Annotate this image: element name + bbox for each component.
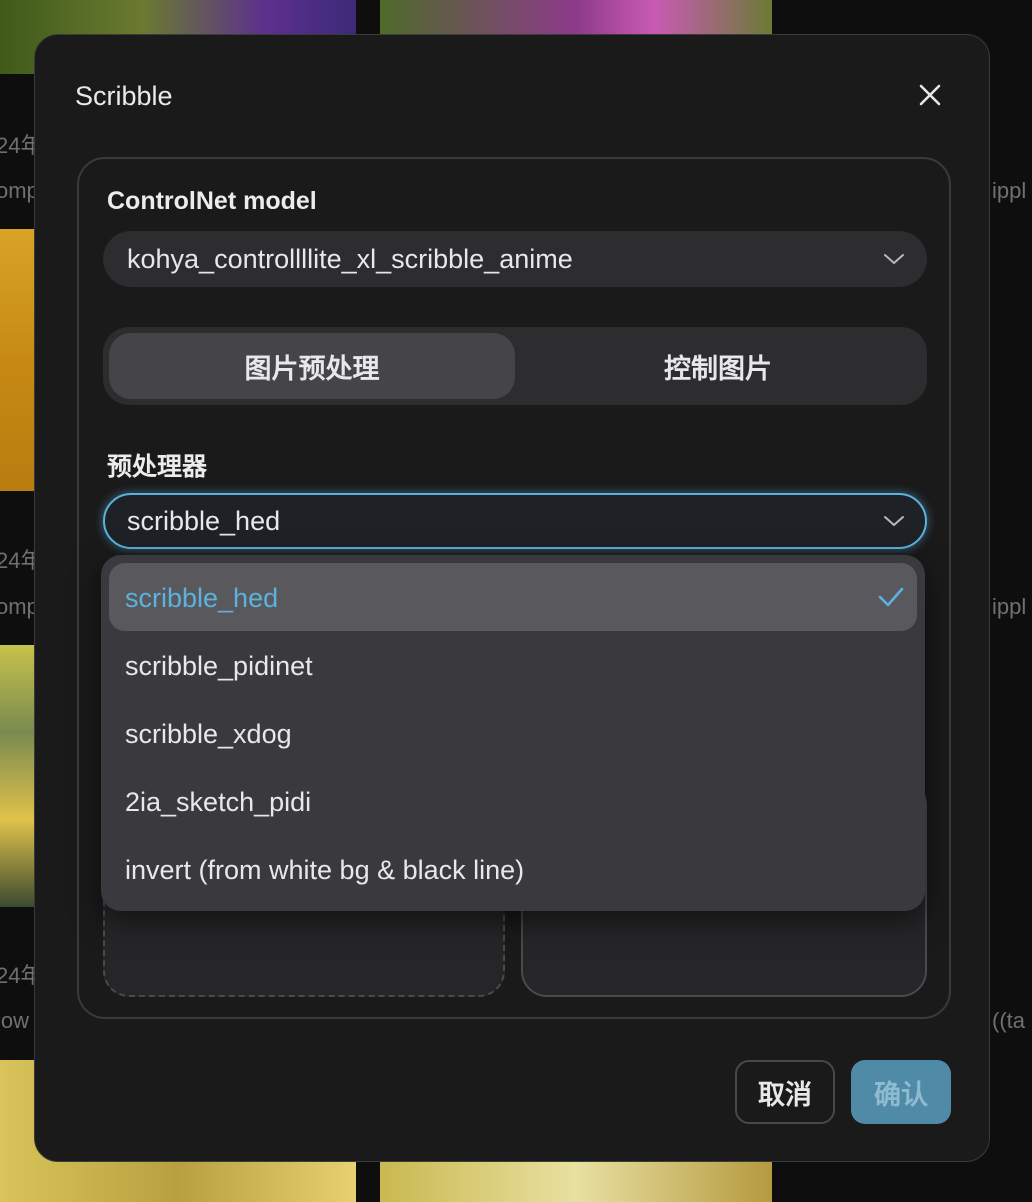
preprocessor-select[interactable]: scribble_hed [103, 493, 927, 549]
option-label: scribble_hed [125, 583, 279, 613]
option-label: scribble_xdog [125, 719, 292, 749]
preprocessor-dropdown-menu: scribble_hed scribble_pidinet scribble_x… [101, 555, 925, 911]
chevron-down-icon [884, 516, 904, 526]
chevron-down-icon [884, 254, 904, 264]
tab-preprocess[interactable]: 图片预处理 [109, 333, 515, 399]
mode-tabs: 图片预处理 控制图片 [103, 327, 927, 405]
dropdown-option[interactable]: invert (from white bg & black line) [109, 835, 917, 903]
dropdown-option[interactable]: scribble_hed [109, 563, 917, 631]
dropdown-option[interactable]: scribble_xdog [109, 699, 917, 767]
background-text: ((ta [992, 1008, 1025, 1033]
option-label: scribble_pidinet [125, 651, 313, 681]
background-text: ippl [992, 594, 1027, 619]
controlnet-model-select[interactable]: kohya_controllllite_xl_scribble_anime [103, 231, 927, 287]
background-text: ippl [992, 178, 1027, 203]
close-button[interactable] [915, 80, 945, 110]
controlnet-model-value: kohya_controllllite_xl_scribble_anime [127, 244, 573, 274]
dropdown-option[interactable]: scribble_pidinet [109, 631, 917, 699]
background-text: omp [0, 594, 39, 619]
option-label: invert (from white bg & black line) [125, 855, 525, 885]
checkmark-icon [878, 587, 904, 607]
tab-control-image[interactable]: 控制图片 [515, 333, 921, 399]
preprocessor-label: 预处理器 [107, 453, 208, 481]
gallery-image [0, 645, 34, 907]
controlnet-model-label: ControlNet model [107, 187, 317, 215]
cancel-button[interactable]: 取消 [735, 1060, 835, 1124]
preprocessor-value: scribble_hed [127, 506, 281, 536]
gallery-image [0, 229, 34, 491]
gallery-image [380, 1160, 772, 1202]
dialog-title: Scribble [75, 81, 173, 111]
close-icon [919, 84, 941, 106]
confirm-button[interactable]: 确认 [851, 1060, 951, 1124]
background-text: low [0, 1008, 30, 1033]
option-label: 2ia_sketch_pidi [125, 787, 312, 817]
dropdown-option[interactable]: 2ia_sketch_pidi [109, 767, 917, 835]
background-text: omp [0, 178, 39, 203]
